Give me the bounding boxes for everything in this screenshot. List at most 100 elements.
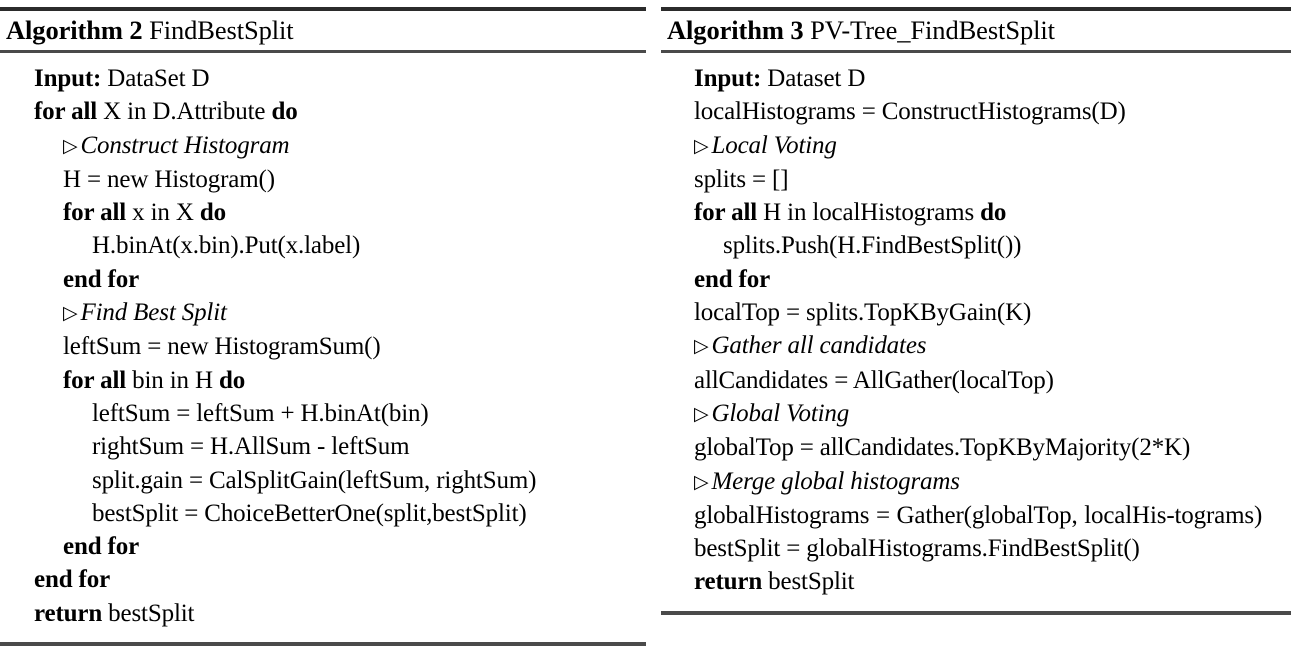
keyword: Input:	[694, 65, 762, 92]
keyword: do	[271, 98, 298, 126]
comment-line: ▷ Local Voting	[661, 129, 1291, 163]
comment-line: ▷ Gather all candidates	[661, 329, 1291, 363]
code-text: localTop = splits.TopKByGain(K)	[694, 299, 1032, 327]
keyword: return	[694, 568, 763, 596]
comment-triangle-icon: ▷	[694, 471, 709, 493]
comment-triangle-icon: ▷	[694, 336, 709, 358]
code-text: bestSplit = globalHistograms.FindBestSpl…	[694, 535, 1140, 563]
keyword: for all	[34, 98, 98, 126]
algorithm-title-3: Algorithm 3 PV-Tree_FindBestSplit	[661, 11, 1291, 49]
code-text: bestSplit	[102, 599, 195, 627]
code-text: leftSum = new HistogramSum()	[63, 333, 381, 361]
algorithm-figure: Algorithm 2 FindBestSplit Input: DataSet…	[0, 0, 1291, 646]
code-line: leftSum = new HistogramSum()	[0, 330, 646, 363]
algorithm-name: FindBestSplit	[149, 15, 294, 45]
algorithm-block-2: Algorithm 2 FindBestSplit Input: DataSet…	[0, 0, 646, 646]
code-line: bestSplit = globalHistograms.FindBestSpl…	[661, 532, 1291, 565]
code-text: localHis-	[1084, 501, 1175, 529]
code-text: tograms)	[1174, 501, 1263, 529]
code-line: H = new Histogram()	[0, 163, 646, 196]
code-line: for all X in D.Attribute do	[0, 95, 646, 128]
algorithm-body-3: Input: Dataset D localHistograms = Const…	[661, 53, 1291, 599]
algorithm-label: Algorithm 3	[667, 15, 804, 45]
keyword: do	[219, 366, 246, 394]
comment-text: Find Best Split	[80, 299, 227, 327]
code-line: localHistograms = ConstructHistograms(D)	[661, 95, 1291, 128]
code-text: bin in H	[126, 366, 220, 394]
comment-line: ▷ Merge global histograms	[661, 465, 1291, 499]
code-line: end for	[0, 563, 646, 596]
code-line-wrapped: globalHistograms = Gather(globalTop, loc…	[661, 499, 1291, 532]
comment-line: ▷ Find Best Split	[0, 296, 646, 330]
code-line: H.binAt(x.bin).Put(x.label)	[0, 229, 646, 262]
code-line: end for	[661, 263, 1291, 296]
code-line: leftSum = leftSum + H.binAt(bin)	[0, 397, 646, 430]
keyword: Input:	[34, 65, 102, 92]
code-text: X in D.Attribute	[97, 98, 272, 126]
code-text: splits = []	[694, 165, 789, 193]
comment-line: ▷ Global Voting	[661, 397, 1291, 431]
code-line: end for	[0, 530, 646, 563]
code-line: return bestSplit	[661, 565, 1291, 598]
code-text: DataSet D	[101, 65, 210, 92]
code-line: splits.Push(H.FindBestSplit())	[661, 229, 1291, 262]
code-line: Input: Dataset D	[661, 62, 1291, 95]
algorithm-title-2: Algorithm 2 FindBestSplit	[0, 11, 646, 49]
code-text: H.binAt(x.bin).Put(x.label)	[92, 232, 361, 260]
code-line: globalTop = allCandidates.TopKByMajority…	[661, 431, 1291, 464]
code-line: return bestSplit	[0, 597, 646, 630]
comment-line: ▷ Construct Histogram	[0, 129, 646, 163]
keyword: for all	[63, 366, 127, 394]
code-text: Gather(globalTop,	[896, 501, 1078, 529]
comment-triangle-icon: ▷	[694, 135, 709, 157]
code-text: bestSplit = ChoiceBetterOne(split,bestSp…	[92, 499, 527, 527]
code-line: for all H in localHistograms do	[661, 196, 1291, 229]
comment-text: Local Voting	[711, 131, 837, 159]
code-text: leftSum = leftSum + H.binAt(bin)	[92, 399, 429, 427]
code-text: H = new Histogram()	[63, 165, 275, 193]
comment-triangle-icon: ▷	[694, 403, 709, 425]
code-text: globalTop = allCandidates.TopKByMajority…	[694, 434, 1191, 462]
algorithm-name: PV-Tree_FindBestSplit	[810, 15, 1055, 45]
keyword: return	[34, 599, 103, 627]
code-line: for all bin in H do	[0, 364, 646, 397]
code-text: rightSum = H.AllSum - leftSum	[92, 433, 410, 461]
code-text: H in localHistograms	[757, 199, 981, 227]
code-line: splits = []	[661, 163, 1291, 196]
algorithm-label: Algorithm 2	[6, 15, 143, 45]
code-text: Dataset D	[761, 65, 866, 92]
comment-triangle-icon: ▷	[63, 303, 78, 325]
keyword: for all	[694, 199, 758, 227]
keyword: do	[980, 199, 1007, 227]
keyword: do	[199, 199, 226, 227]
keyword: end for	[63, 265, 140, 293]
comment-text: Global Voting	[711, 399, 850, 427]
keyword: for all	[63, 199, 127, 227]
code-line: allCandidates = AllGather(localTop)	[661, 364, 1291, 397]
code-text: bestSplit	[762, 568, 855, 596]
code-text: split.gain = CalSplitGain(leftSum, right…	[92, 466, 537, 494]
code-line: rightSum = H.AllSum - leftSum	[0, 430, 646, 463]
code-text: globalHistograms	[694, 501, 870, 529]
algorithm-body-2: Input: DataSet D for all X in D.Attribut…	[0, 53, 646, 630]
rule-bottom	[0, 642, 646, 646]
keyword: end for	[63, 533, 140, 561]
code-text: localHistograms = ConstructHistograms(D)	[694, 98, 1126, 126]
code-text: splits.Push(H.FindBestSplit())	[723, 232, 1022, 260]
code-text: x in X	[126, 199, 200, 227]
code-line: split.gain = CalSplitGain(leftSum, right…	[0, 464, 646, 497]
rule-bottom	[661, 610, 1291, 615]
code-line: bestSplit = ChoiceBetterOne(split,bestSp…	[0, 497, 646, 530]
comment-text: Merge global histograms	[711, 467, 960, 495]
keyword: end for	[34, 566, 111, 594]
comment-text: Gather all candidates	[711, 332, 927, 360]
code-line: for all x in X do	[0, 196, 646, 229]
code-text: allCandidates = AllGather(localTop)	[694, 366, 1054, 394]
keyword: end for	[694, 265, 771, 293]
code-line: localTop = splits.TopKByGain(K)	[661, 296, 1291, 329]
comment-text: Construct Histogram	[80, 131, 290, 159]
code-line: Input: DataSet D	[0, 62, 646, 95]
code-text: =	[875, 501, 890, 529]
code-line: end for	[0, 263, 646, 296]
comment-triangle-icon: ▷	[63, 135, 78, 157]
